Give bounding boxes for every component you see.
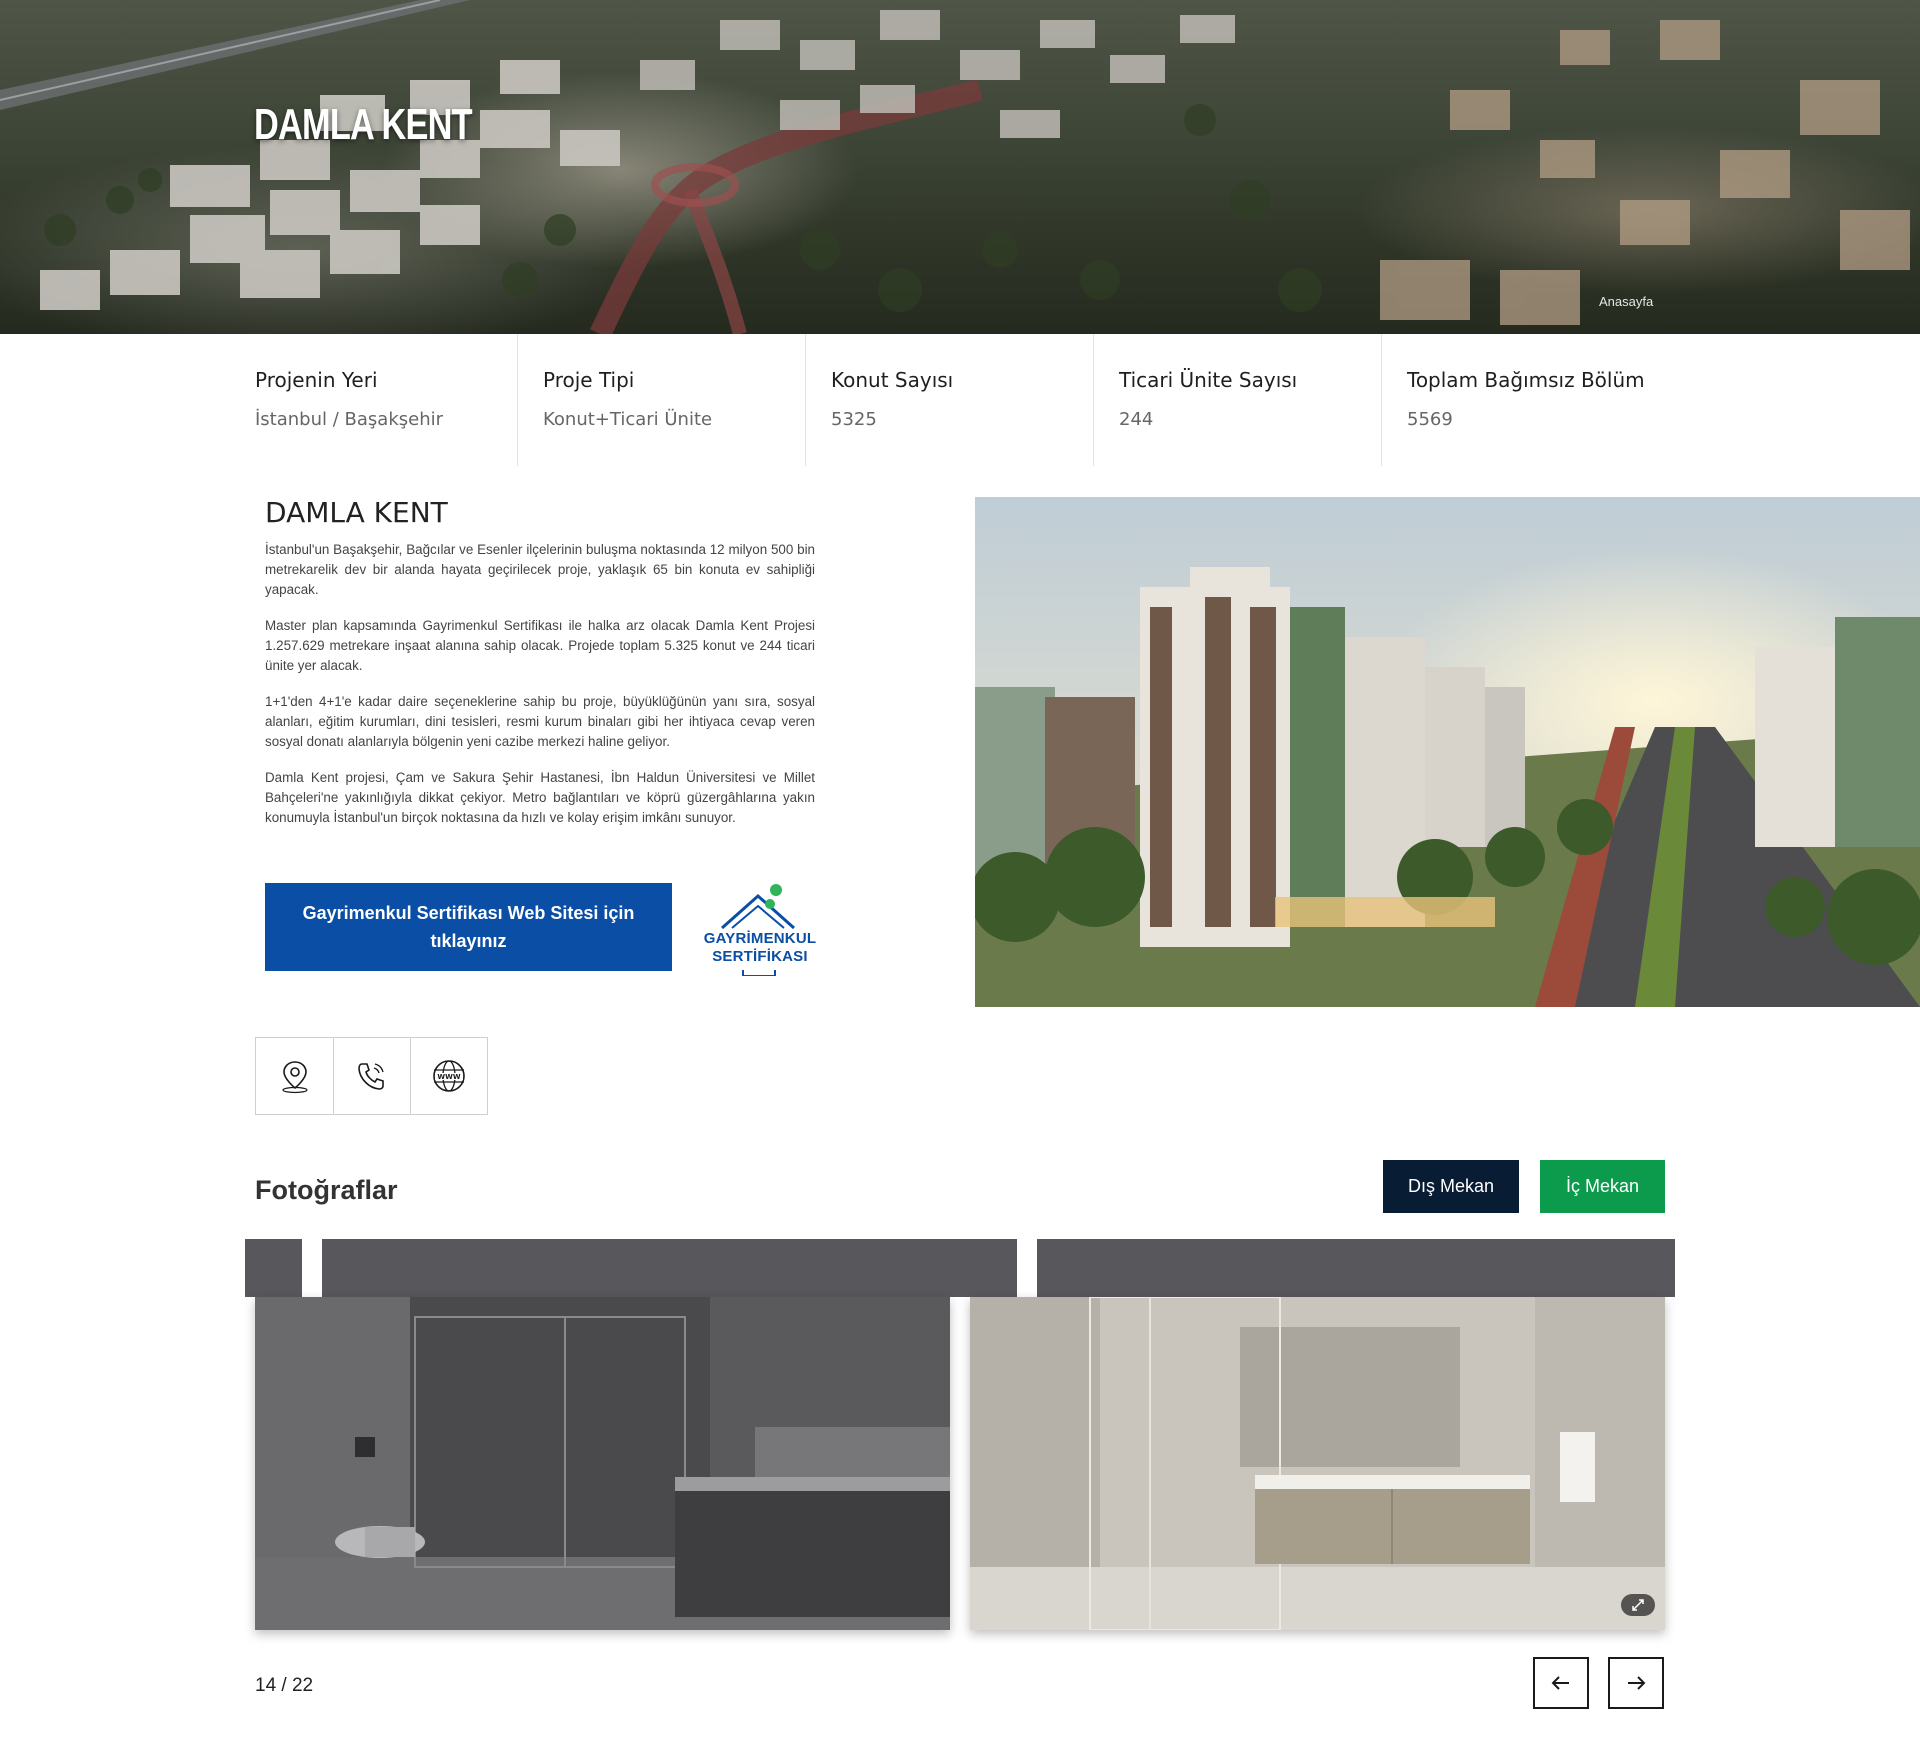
gallery-slide[interactable]	[255, 1297, 950, 1630]
stat-value: 5325	[831, 409, 877, 430]
stat-location: Projenin Yeri İstanbul / Başakşehir	[230, 334, 518, 466]
phone-icon	[358, 1063, 384, 1090]
expand-icon[interactable]	[1621, 1594, 1655, 1616]
stat-project-type: Proje Tipi Konut+Ticari Ünite	[518, 334, 806, 466]
stat-label: Proje Tipi	[543, 368, 635, 392]
hero-banner: DAMLA KENT Anasayfa	[0, 0, 1920, 334]
stat-value: 244	[1119, 409, 1154, 430]
project-stats-bar: Projenin Yeri İstanbul / Başakşehir Proj…	[230, 334, 1670, 466]
logo-text-line2: SERTİFİKASI	[712, 948, 808, 965]
hero-title: DAMLA KENT	[254, 100, 473, 149]
logo-text-line1: GAYRİMENKUL	[703, 930, 817, 947]
website-button[interactable]: WWW	[410, 1037, 488, 1115]
exterior-filter-button[interactable]: Dış Mekan	[1383, 1160, 1519, 1213]
gayrimenkul-sertifikasi-logo[interactable]: GAYRİMENKUL SERTİFİKASI	[700, 884, 820, 976]
stat-value: Konut+Ticari Ünite	[543, 409, 713, 430]
svg-text:WWW: WWW	[437, 1073, 460, 1081]
certificate-website-button[interactable]: Gayrimenkul Sertifikası Web Sitesi için …	[265, 883, 672, 971]
description-paragraph: 1+1'den 4+1'e kadar daire seçeneklerine …	[265, 694, 815, 749]
description-paragraph: Damla Kent projesi, Çam ve Sakura Şehir …	[265, 770, 815, 825]
stat-commercial-count: Ticari Ünite Sayısı 244	[1094, 334, 1382, 466]
stat-label: Konut Sayısı	[831, 368, 954, 392]
description-paragraph: İstanbul'un Başakşehir, Bağcılar ve Esen…	[265, 542, 815, 597]
gallery-counter: 14 / 22	[255, 1675, 314, 1696]
contact-icon-group: WWW	[255, 1037, 488, 1115]
breadcrumb-home-link[interactable]: Anasayfa	[1599, 294, 1653, 309]
prev-slide-button[interactable]	[1533, 1657, 1589, 1709]
arrow-left-icon	[1551, 1676, 1569, 1690]
next-slide-button[interactable]	[1608, 1657, 1664, 1709]
interior-filter-button[interactable]: İç Mekan	[1540, 1160, 1665, 1213]
stat-label: Toplam Bağımsız Bölüm	[1407, 368, 1645, 392]
gallery-slide[interactable]	[970, 1297, 1665, 1630]
www-globe-icon: WWW	[433, 1060, 465, 1092]
slide-strip	[1037, 1239, 1675, 1297]
stat-value: 5569	[1407, 409, 1453, 430]
description-paragraph: Master plan kapsamında Gayrimenkul Serti…	[265, 618, 815, 673]
location-button[interactable]	[255, 1037, 334, 1115]
hero-aerial-image	[0, 0, 1910, 334]
project-render-image	[975, 497, 1920, 1007]
slide-strip	[322, 1239, 1017, 1297]
project-title: DAMLA KENT	[265, 496, 448, 529]
stat-total-units: Toplam Bağımsız Bölüm 5569	[1382, 334, 1670, 466]
slide-strip	[245, 1239, 302, 1297]
project-description: İstanbul'un Başakşehir, Bağcılar ve Esen…	[265, 540, 815, 844]
stat-label: Ticari Ünite Sayısı	[1119, 368, 1298, 392]
stat-housing-count: Konut Sayısı 5325	[806, 334, 1094, 466]
arrow-right-icon	[1628, 1676, 1646, 1690]
photos-section-title: Fotoğraflar	[255, 1175, 398, 1205]
phone-button[interactable]	[333, 1037, 411, 1115]
stat-value: İstanbul / Başakşehir	[255, 409, 443, 430]
stat-label: Projenin Yeri	[255, 368, 378, 392]
location-pin-icon	[281, 1061, 308, 1094]
